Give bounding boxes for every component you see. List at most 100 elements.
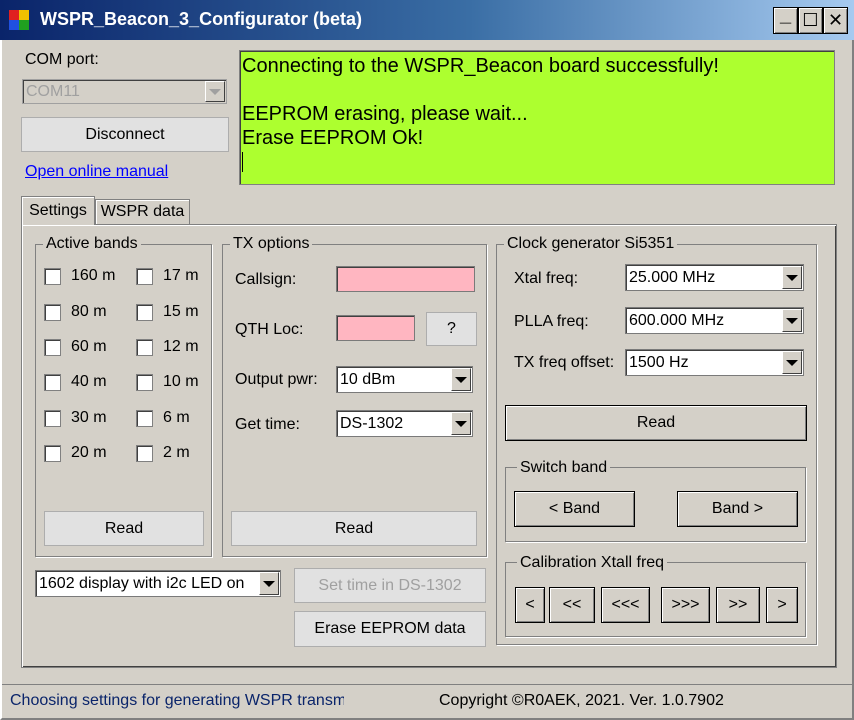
cal-up-3-button[interactable]: >>> [661, 587, 710, 623]
qth-help-button[interactable]: ? [426, 312, 477, 346]
chevron-down-icon [259, 572, 279, 595]
band-checkbox-row[interactable]: 6 m [136, 407, 213, 431]
display-mode-select[interactable]: 1602 display with i2c LED on [35, 570, 281, 597]
xtal-freq-select[interactable]: 25.000 MHz [625, 264, 804, 291]
band-label: 12 m [163, 338, 199, 355]
band-label: 15 m [163, 303, 199, 320]
cal-up-1-button[interactable]: > [766, 587, 798, 623]
cal-down-2-button[interactable]: << [549, 587, 595, 623]
chevron-down-icon [782, 309, 802, 332]
close-button[interactable]: ✕ [823, 7, 848, 34]
com-port-value: COM11 [26, 82, 80, 100]
band-checkbox-row[interactable]: 160 m [44, 265, 121, 289]
band-checkbox[interactable] [44, 304, 61, 321]
log-output[interactable]: Connecting to the WSPR_Beacon board succ… [239, 50, 835, 185]
band-label: 40 m [71, 373, 107, 390]
copyright-text: Copyright ©R0AEK, 2021. Ver. 1.0.7902 [439, 692, 724, 709]
window-title: WSPR_Beacon_3_Configurator (beta) [40, 9, 363, 29]
band-label: 60 m [71, 338, 107, 355]
xtal-freq-value: 25.000 MHz [629, 268, 716, 286]
tx-read-button[interactable]: Read [231, 511, 477, 546]
chevron-down-icon [451, 368, 471, 391]
band-label: 80 m [71, 303, 107, 320]
band-checkbox[interactable] [136, 445, 153, 462]
maximize-button[interactable]: ☐ [798, 7, 823, 34]
title-bar[interactable]: WSPR_Beacon_3_Configurator (beta) _ ☐ ✕ [0, 0, 854, 40]
get-time-label: Get time: [235, 416, 300, 433]
tab-settings[interactable]: Settings [21, 196, 95, 225]
band-checkbox[interactable] [136, 339, 153, 356]
clock-generator-title: Clock generator Si5351 [504, 235, 678, 253]
next-band-button[interactable]: Band > [677, 491, 798, 527]
bands-read-button[interactable]: Read [44, 511, 204, 546]
band-checkbox-row[interactable]: 2 m [136, 442, 213, 466]
band-label: 30 m [71, 409, 107, 426]
log-line: Erase EEPROM Ok! [242, 127, 424, 149]
band-checkbox-row[interactable]: 40 m [44, 371, 121, 395]
clock-read-button[interactable]: Read [505, 405, 807, 441]
cal-down-3-button[interactable]: <<< [601, 587, 650, 623]
tx-freq-offset-select[interactable]: 1500 Hz [625, 349, 804, 376]
text-caret [242, 152, 243, 172]
band-checkbox[interactable] [44, 339, 61, 356]
band-checkbox[interactable] [136, 374, 153, 391]
get-time-value: DS-1302 [340, 414, 404, 432]
band-label: 160 m [71, 267, 116, 284]
output-pwr-select[interactable]: 10 dBm [336, 366, 473, 393]
close-icon: ✕ [827, 10, 844, 30]
band-label: 6 m [163, 409, 190, 426]
cal-down-1-button[interactable]: < [515, 587, 545, 623]
band-label: 10 m [163, 373, 199, 390]
band-checkbox-row[interactable]: 17 m [136, 265, 213, 289]
band-checkbox[interactable] [136, 410, 153, 427]
band-checkbox[interactable] [136, 268, 153, 285]
plla-freq-value: 600.000 MHz [629, 311, 725, 329]
com-port-select[interactable]: COM11 [22, 79, 227, 104]
log-line: EEPROM erasing, please wait... [242, 103, 528, 125]
disconnect-button[interactable]: Disconnect [21, 117, 229, 152]
cal-up-2-button[interactable]: >> [716, 587, 760, 623]
band-checkbox[interactable] [44, 410, 61, 427]
qth-loc-input[interactable] [336, 315, 415, 341]
log-line: Connecting to the WSPR_Beacon board succ… [242, 55, 719, 77]
band-checkbox-row[interactable]: 12 m [136, 336, 213, 360]
com-port-label: COM port: [25, 51, 99, 68]
band-checkbox-row[interactable]: 60 m [44, 336, 121, 360]
chevron-down-icon [205, 81, 225, 102]
get-time-select[interactable]: DS-1302 [336, 410, 473, 437]
xtal-freq-label: Xtal freq: [514, 270, 579, 287]
tx-options-title: TX options [230, 235, 313, 253]
band-checkbox[interactable] [44, 374, 61, 391]
online-manual-link[interactable]: Open online manual [25, 163, 168, 181]
chevron-down-icon [451, 412, 471, 435]
tx-freq-offset-value: 1500 Hz [629, 353, 689, 371]
callsign-input[interactable] [336, 266, 475, 292]
plla-freq-select[interactable]: 600.000 MHz [625, 307, 804, 334]
maximize-icon: ☐ [802, 10, 819, 30]
chevron-down-icon [782, 266, 802, 289]
band-label: 2 m [163, 444, 190, 461]
band-checkbox[interactable] [136, 304, 153, 321]
output-pwr-label: Output pwr: [235, 371, 318, 388]
band-checkbox[interactable] [44, 268, 61, 285]
band-checkbox-row[interactable]: 30 m [44, 407, 121, 431]
chevron-down-icon [782, 351, 802, 374]
minimize-button[interactable]: _ [773, 4, 798, 34]
band-checkbox[interactable] [44, 445, 61, 462]
calibration-title: Calibration Xtall freq [517, 554, 668, 572]
erase-eeprom-button[interactable]: Erase EEPROM data [294, 611, 486, 647]
status-message: Choosing settings for generating WSPR tr… [10, 692, 344, 709]
prev-band-button[interactable]: < Band [514, 491, 635, 527]
band-label: 17 m [163, 267, 199, 284]
band-checkbox-row[interactable]: 10 m [136, 371, 213, 395]
tab-wspr-data[interactable]: WSPR data [95, 199, 190, 224]
callsign-label: Callsign: [235, 271, 297, 288]
app-icon [9, 10, 29, 30]
band-checkbox-row[interactable]: 20 m [44, 442, 121, 466]
plla-freq-label: PLLA freq: [514, 313, 589, 330]
band-checkbox-row[interactable]: 80 m [44, 301, 121, 325]
switch-band-title: Switch band [517, 459, 611, 477]
set-time-button[interactable]: Set time in DS-1302 [294, 568, 486, 603]
band-checkbox-row[interactable]: 15 m [136, 301, 213, 325]
